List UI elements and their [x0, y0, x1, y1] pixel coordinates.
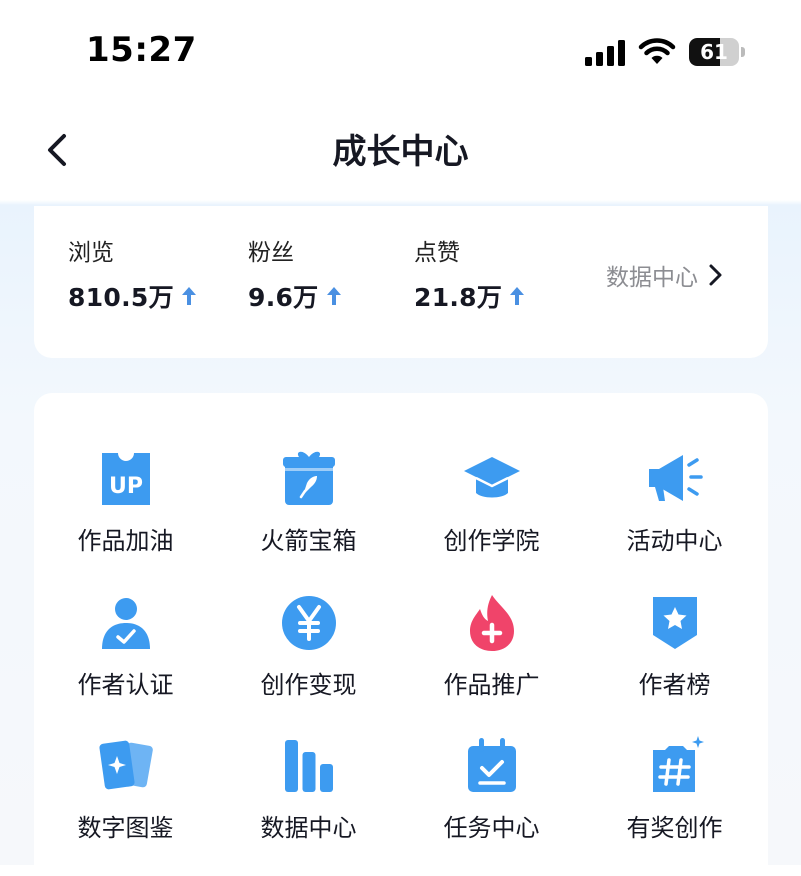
tool-label: 作者认证 — [77, 671, 174, 699]
hashtag-reward-icon — [653, 736, 704, 792]
tool-label: 创作变现 — [260, 671, 357, 699]
svg-text:UP: UP — [109, 474, 143, 499]
tools-grid: UP 作品加油 火箭宝箱 创作学院 活动中心 作者认证 创作变现 作品推广 作者… — [34, 393, 768, 873]
stat-value: 9.6万 — [248, 283, 319, 312]
tool-item-academy[interactable]: 创作学院 — [400, 449, 583, 589]
data-center-label: 数据中心 — [606, 265, 698, 291]
tool-label: 作品推广 — [443, 671, 540, 699]
nav-bar: 成长中心 — [0, 100, 801, 200]
stat-followers[interactable]: 粉丝 9.6万 — [248, 236, 343, 314]
tool-item-activity[interactable]: 活动中心 — [583, 449, 766, 589]
tool-item-promote[interactable]: 作品推广 — [400, 593, 583, 733]
chevron-right-icon — [709, 264, 722, 286]
arrow-up-icon — [326, 287, 341, 305]
page-title: 成长中心 — [332, 132, 469, 172]
rocket-box-icon — [283, 451, 335, 505]
status-time: 15:27 — [86, 30, 197, 70]
wifi-icon — [638, 38, 676, 64]
tool-item-verify[interactable]: 作者认证 — [34, 593, 217, 733]
battery-indicator: 61 — [689, 38, 745, 66]
tool-label: 任务中心 — [443, 814, 540, 842]
tool-label: 创作学院 — [443, 527, 540, 555]
arrow-up-icon — [510, 287, 525, 305]
tool-item-monetize[interactable]: 创作变现 — [217, 593, 400, 733]
graduation-cap-icon — [464, 457, 520, 498]
tool-item-tasks[interactable]: 任务中心 — [400, 736, 583, 876]
signal-icon — [585, 40, 625, 66]
star-badge-icon — [653, 597, 697, 649]
tool-item-reward-creation[interactable]: 有奖创作 — [583, 736, 766, 876]
status-bar: 15:27 61 — [0, 0, 801, 100]
stat-views[interactable]: 浏览 810.5万 — [68, 236, 198, 314]
tool-label: 火箭宝箱 — [260, 527, 357, 555]
tool-item-boost[interactable]: UP 作品加油 — [34, 449, 217, 589]
battery-cap — [741, 47, 745, 57]
up-ticket-icon: UP — [102, 453, 150, 505]
user-check-icon — [102, 598, 150, 649]
cards-icon — [99, 740, 153, 790]
flame-plus-icon — [470, 595, 514, 651]
battery-level: 61 — [700, 40, 728, 64]
stats-card: 浏览 810.5万 粉丝 9.6万 点赞 21.8万 数据中心 — [34, 206, 768, 358]
stat-label: 点赞 — [414, 240, 460, 266]
tool-item-collection[interactable]: 数字图鉴 — [34, 736, 217, 876]
stat-value: 810.5万 — [68, 283, 174, 312]
stat-value: 21.8万 — [414, 283, 503, 312]
tool-item-data-center[interactable]: 数据中心 — [217, 736, 400, 876]
stat-label: 粉丝 — [248, 240, 294, 266]
megaphone-icon — [649, 455, 703, 501]
tool-item-ranking[interactable]: 作者榜 — [583, 593, 766, 733]
tool-label: 活动中心 — [626, 527, 723, 555]
arrow-up-icon — [181, 287, 196, 305]
tool-label: 数据中心 — [260, 814, 357, 842]
tool-label: 作品加油 — [77, 527, 174, 555]
stat-likes[interactable]: 点赞 21.8万 — [414, 236, 526, 314]
data-center-link[interactable]: 数据中心 — [606, 258, 724, 292]
tool-label: 作者榜 — [638, 671, 711, 699]
bar-chart-icon — [285, 740, 333, 792]
task-calendar-icon — [468, 738, 516, 792]
stat-label: 浏览 — [68, 240, 114, 266]
tool-label: 有奖创作 — [626, 814, 723, 842]
yen-coin-icon — [282, 596, 336, 650]
tool-item-rocket-box[interactable]: 火箭宝箱 — [217, 449, 400, 589]
tool-label: 数字图鉴 — [77, 814, 174, 842]
